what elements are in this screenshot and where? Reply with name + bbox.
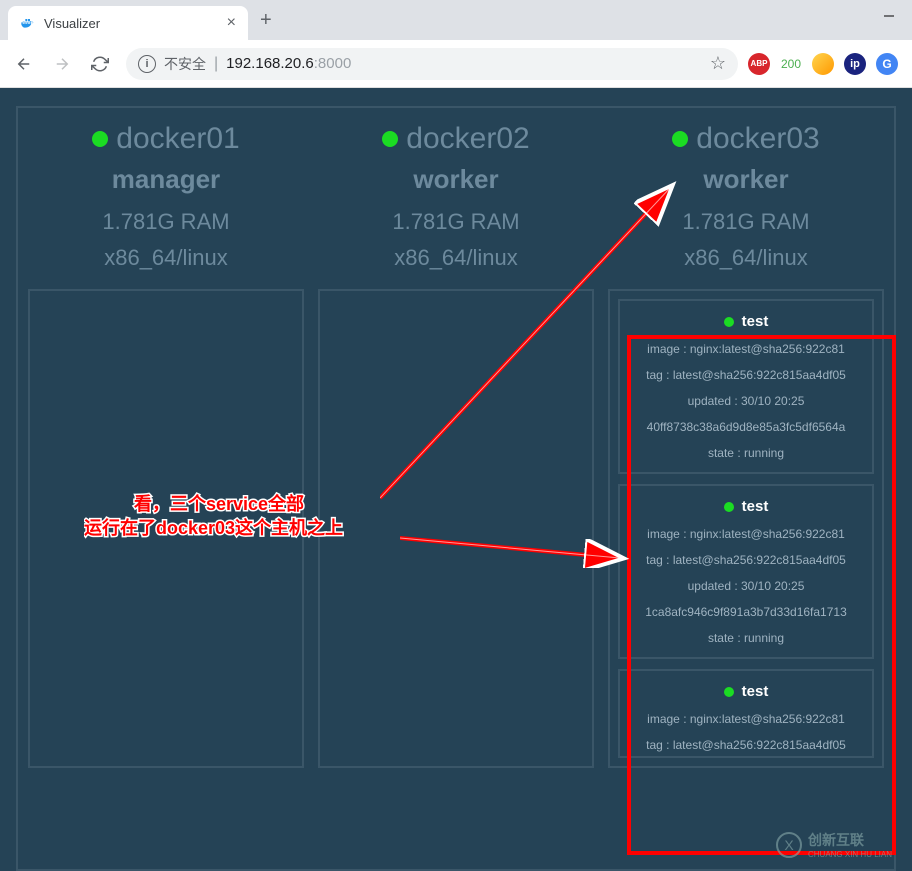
service-tag: tag : latest@sha256:922c815aa4df05 bbox=[620, 368, 872, 382]
node-name: docker02 bbox=[406, 122, 529, 156]
service-state: state : running bbox=[620, 446, 872, 460]
node-arch: x86_64/linux bbox=[608, 245, 884, 271]
status-dot-icon bbox=[92, 131, 108, 147]
node-name: docker01 bbox=[116, 122, 239, 156]
back-button[interactable] bbox=[8, 48, 40, 80]
service-name: test bbox=[742, 498, 769, 515]
service-card[interactable]: test image : nginx:latest@sha256:922c81 … bbox=[618, 669, 874, 758]
divider: | bbox=[214, 55, 218, 73]
docker-favicon-icon bbox=[20, 15, 36, 31]
node-ram: 1.781G RAM bbox=[608, 209, 884, 235]
service-updated: updated : 30/10 20:25 bbox=[620, 579, 872, 593]
address-bar[interactable]: i 不安全 | 192.168.20.6:8000 ☆ bbox=[126, 48, 738, 80]
window-minimize-button[interactable] bbox=[866, 0, 912, 32]
watermark-text: 创新互联 bbox=[808, 830, 892, 850]
forward-button[interactable] bbox=[46, 48, 78, 80]
status-dot-icon bbox=[724, 687, 734, 697]
node-role: worker bbox=[318, 164, 594, 195]
node-arch: x86_64/linux bbox=[28, 245, 304, 271]
extension-icon[interactable] bbox=[812, 53, 834, 75]
watermark: X 创新互联 CHUANG XIN HU LIAN bbox=[776, 830, 892, 859]
browser-tab[interactable]: Visualizer × bbox=[8, 6, 248, 40]
google-extension-icon[interactable]: G bbox=[876, 53, 898, 75]
service-image: image : nginx:latest@sha256:922c81 bbox=[620, 712, 872, 726]
node-ram: 1.781G RAM bbox=[318, 209, 594, 235]
node-role: manager bbox=[28, 164, 304, 195]
watermark-logo-icon: X bbox=[776, 832, 802, 858]
service-id: 40ff8738c38a6d9d8e85a3fc5df6564a bbox=[620, 420, 872, 434]
insecure-label: 不安全 bbox=[164, 54, 206, 74]
new-tab-button[interactable]: + bbox=[260, 9, 272, 32]
svg-text:看，三个service全部: 看，三个service全部 bbox=[133, 493, 304, 514]
service-name: test bbox=[742, 683, 769, 700]
service-id: 1ca8afc946c9f891a3b7d33d16fa1713 bbox=[620, 605, 872, 619]
service-name: test bbox=[742, 313, 769, 330]
swarm-cluster-panel: docker01 manager 1.781G RAM x86_64/linux… bbox=[16, 106, 896, 871]
visualizer-page: docker01 manager 1.781G RAM x86_64/linux… bbox=[0, 88, 912, 871]
site-info-icon[interactable]: i bbox=[138, 55, 156, 73]
node-role: worker bbox=[608, 164, 884, 195]
bookmark-star-icon[interactable]: ☆ bbox=[710, 53, 726, 74]
service-tag: tag : latest@sha256:922c815aa4df05 bbox=[620, 738, 872, 752]
service-card[interactable]: test image : nginx:latest@sha256:922c81 … bbox=[618, 299, 874, 474]
url-text: 192.168.20.6:8000 bbox=[226, 55, 351, 72]
watermark-subtext: CHUANG XIN HU LIAN bbox=[808, 850, 892, 859]
annotation-text: 看，三个service全部 运行在了docker03这个主机之上 bbox=[84, 490, 404, 546]
service-card[interactable]: test image : nginx:latest@sha256:922c81 … bbox=[618, 484, 874, 659]
tab-close-icon[interactable]: × bbox=[227, 14, 236, 32]
extension-badge[interactable]: 200 bbox=[780, 53, 802, 75]
service-state: state : running bbox=[620, 631, 872, 645]
service-image: image : nginx:latest@sha256:922c81 bbox=[620, 527, 872, 541]
reload-button[interactable] bbox=[84, 48, 116, 80]
status-dot-icon bbox=[724, 317, 734, 327]
status-dot-icon bbox=[724, 502, 734, 512]
extension-icons: ABP 200 ip G bbox=[748, 53, 904, 75]
node-column-docker01: docker01 manager 1.781G RAM x86_64/linux bbox=[28, 122, 304, 768]
service-image: image : nginx:latest@sha256:922c81 bbox=[620, 342, 872, 356]
navigation-bar: i 不安全 | 192.168.20.6:8000 ☆ ABP 200 ip G bbox=[0, 40, 912, 88]
svg-text:运行在了docker03这个主机之上: 运行在了docker03这个主机之上 bbox=[84, 517, 343, 538]
ip-extension-icon[interactable]: ip bbox=[844, 53, 866, 75]
node-column-docker02: docker02 worker 1.781G RAM x86_64/linux bbox=[318, 122, 594, 768]
tab-bar: Visualizer × + bbox=[0, 0, 912, 40]
adblock-extension-icon[interactable]: ABP bbox=[748, 53, 770, 75]
status-dot-icon bbox=[382, 131, 398, 147]
services-container: test image : nginx:latest@sha256:922c81 … bbox=[608, 289, 884, 768]
node-column-docker03: docker03 worker 1.781G RAM x86_64/linux … bbox=[608, 122, 884, 768]
node-ram: 1.781G RAM bbox=[28, 209, 304, 235]
service-tag: tag : latest@sha256:922c815aa4df05 bbox=[620, 553, 872, 567]
browser-window: Visualizer × + i 不安全 | 192.168.20.6:8000… bbox=[0, 0, 912, 88]
status-dot-icon bbox=[672, 131, 688, 147]
node-name: docker03 bbox=[696, 122, 819, 156]
node-arch: x86_64/linux bbox=[318, 245, 594, 271]
service-updated: updated : 30/10 20:25 bbox=[620, 394, 872, 408]
tab-title: Visualizer bbox=[44, 16, 219, 31]
